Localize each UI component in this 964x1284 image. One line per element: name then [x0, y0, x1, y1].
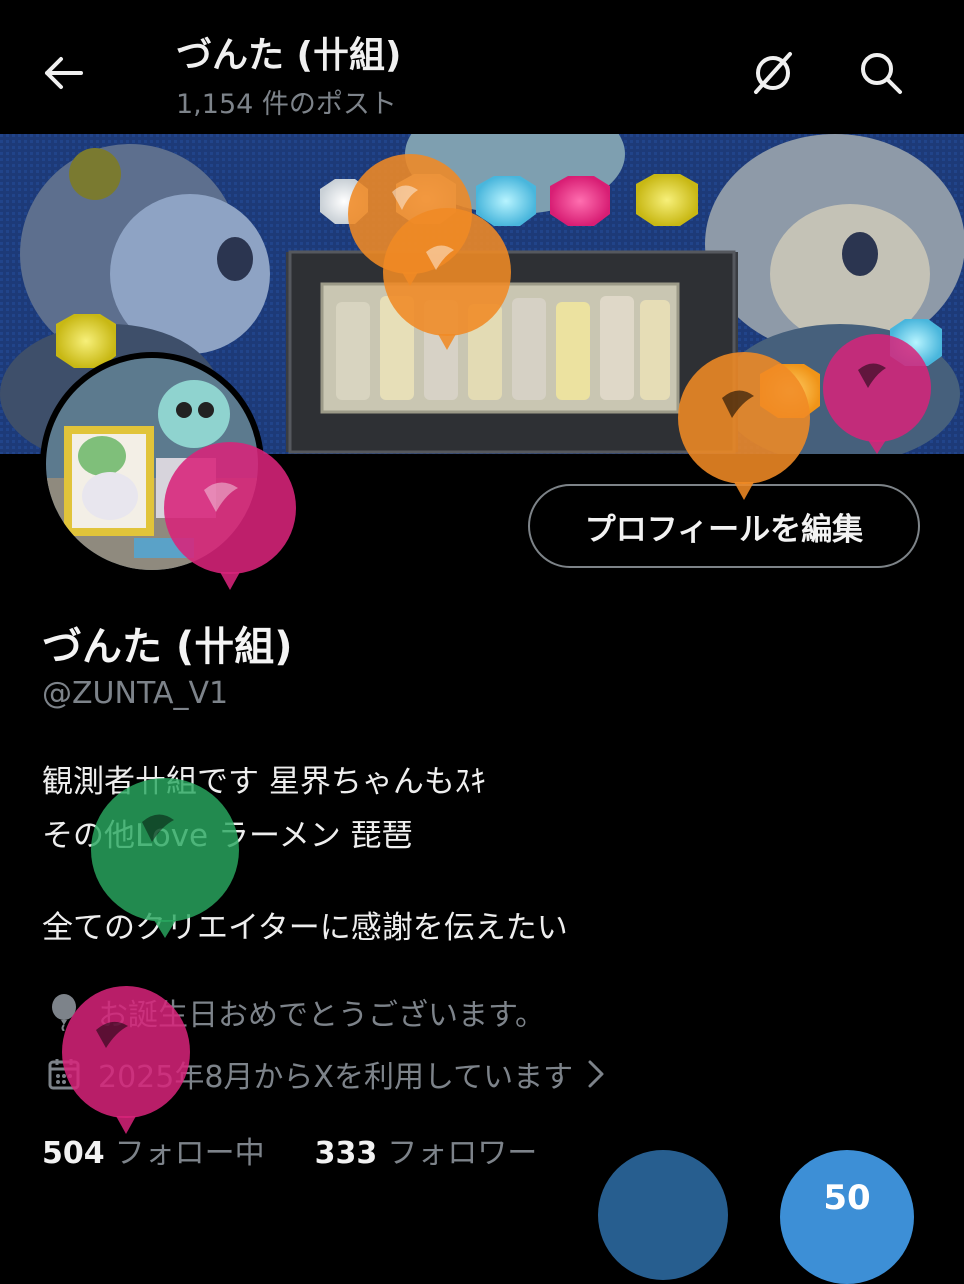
followers-count: 333 — [314, 1136, 378, 1171]
chevron-right-icon — [587, 1059, 605, 1089]
back-button[interactable] — [36, 46, 90, 100]
floating-balloon-button[interactable] — [598, 1150, 728, 1280]
followers-link[interactable]: 333 フォロワー — [315, 1128, 588, 1172]
compose-fab[interactable]: 50 — [780, 1150, 914, 1284]
balloon-decoration — [823, 334, 931, 454]
balloon-decoration — [678, 352, 810, 500]
profile-display-name: づんた (卄組) — [42, 624, 293, 670]
top-bar: づんた (卄組) 1,154 件のポスト — [0, 0, 964, 134]
fab-label: 50 — [823, 1178, 871, 1218]
header-post-count: 1,154 件のポスト — [176, 89, 397, 120]
back-arrow-icon — [45, 57, 83, 89]
balloon-decoration — [383, 208, 511, 350]
search-button[interactable] — [852, 44, 910, 102]
grok-button[interactable] — [744, 44, 802, 102]
profile-handle: @ZUNTA_V1 — [42, 676, 229, 711]
followers-label: フォロワー — [387, 1136, 538, 1171]
balloon-decoration — [91, 778, 239, 938]
header-title: づんた (卄組) — [176, 35, 402, 76]
balloon-decoration — [164, 442, 296, 590]
grok-icon — [754, 52, 792, 94]
balloon-decoration — [62, 986, 190, 1134]
search-icon — [861, 53, 902, 94]
